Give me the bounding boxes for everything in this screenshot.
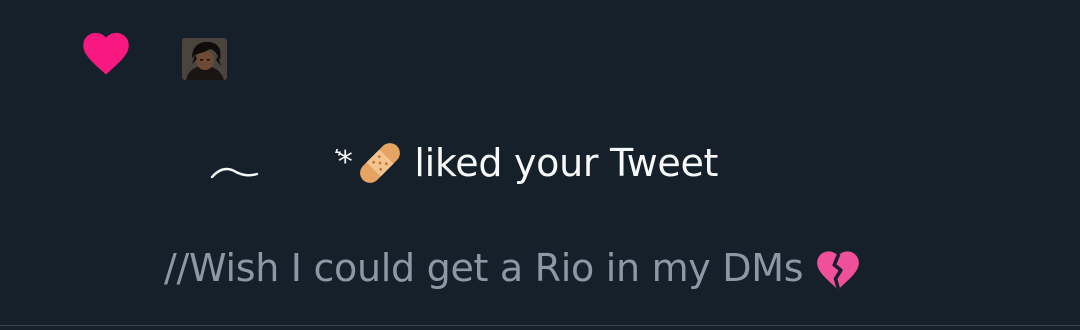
- avatar[interactable]: [182, 38, 227, 80]
- tilde-icon: [210, 167, 259, 179]
- user-name-glyphs: ͛*: [338, 145, 353, 180]
- heart-icon: [83, 32, 129, 75]
- tweet-text: //Wish I could get a Rio in my DMs: [164, 246, 804, 290]
- like-notification[interactable]: ͛* liked your Tweet //Wish I could get a…: [0, 0, 1080, 329]
- bandage-icon: [360, 143, 401, 183]
- notification-headline: ͛* liked your Tweet: [208, 138, 718, 188]
- user-display-name[interactable]: ͛*: [208, 138, 414, 188]
- tweet-preview[interactable]: //Wish I could get a Rio in my DMs: [164, 242, 863, 294]
- divider: [0, 325, 1080, 326]
- broken-heart-icon: [817, 251, 860, 290]
- action-text: liked your Tweet: [414, 141, 719, 185]
